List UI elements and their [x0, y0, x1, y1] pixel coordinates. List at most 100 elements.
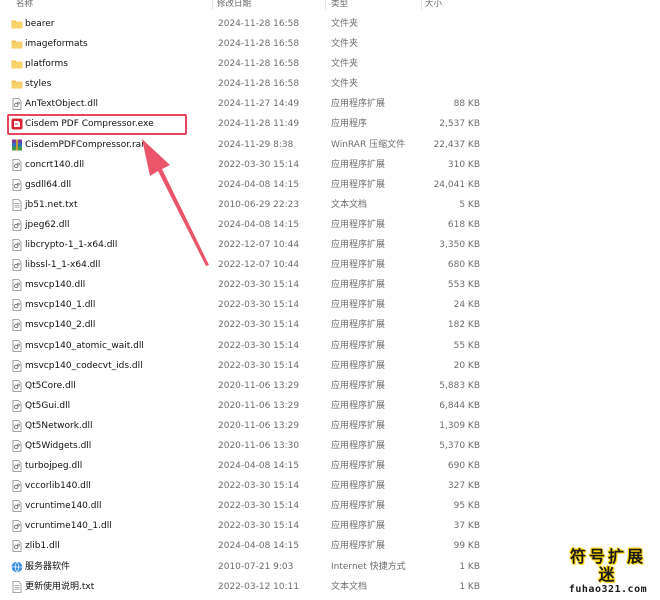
file-type: 应用程序扩展	[331, 360, 386, 371]
file-name: Qt5Gui.dll	[25, 400, 71, 411]
file-type: 应用程序扩展	[331, 420, 386, 431]
file-row[interactable]: Qt5Gui.dll 2020-11-06 13:29 应用程序扩展 6,844 KB	[0, 396, 490, 416]
file-date: 2024-11-28 11:49	[218, 119, 300, 130]
column-divider[interactable]	[421, 0, 422, 10]
file-date: 2022-12-07 10:44	[218, 260, 300, 271]
file-size: 24 KB	[453, 300, 480, 311]
column-type-header[interactable]: 类型	[331, 0, 348, 9]
file-size: 1 KB	[459, 561, 480, 572]
file-type: 文件夹	[331, 39, 359, 50]
file-row[interactable]: Qt5Network.dll 2020-11-06 13:29 应用程序扩展 1,30…	[0, 416, 490, 436]
file-name: msvcp140_1.dll	[25, 300, 96, 311]
file-row[interactable]: msvcp140_atomic_wait.dll 2022-03-30 15:14…	[0, 336, 490, 356]
file-row[interactable]: 更新使用说明.txt 2022-03-12 10:11 文本文档 1 KB	[0, 577, 490, 597]
file-name: Qt5Widgets.dll	[25, 440, 92, 451]
file-date: 2024-11-28 16:58	[218, 19, 300, 29]
file-size: 22,437 KB	[433, 139, 480, 150]
file-row[interactable]: platforms 2024-11-28 16:58 文件夹	[0, 54, 490, 74]
file-size: 182 KB	[447, 320, 480, 331]
file-date: 2024-11-28 16:58	[218, 39, 300, 50]
file-type: 应用程序扩展	[331, 501, 386, 512]
file-date: 2024-11-29 8:38	[218, 139, 294, 150]
file-row[interactable]: Qt5Core.dll 2020-11-06 13:29 应用程序扩展 5,883 K…	[0, 376, 490, 396]
file-row[interactable]: turbojpeg.dll 2024-04-08 14:15 应用程序扩展 690 K…	[0, 456, 490, 476]
file-type: WinRAR 压缩文件	[331, 139, 406, 150]
file-row[interactable]: vccorlib140.dll 2022-03-30 15:14 应用程序扩展 327…	[0, 476, 490, 496]
file-name: AnTextObject.dll	[25, 99, 98, 110]
file-row[interactable]: gsdll64.dll 2024-04-08 14:15 应用程序扩展 24,041 …	[0, 175, 490, 195]
column-size-header[interactable]: 大小	[425, 0, 442, 9]
dll-file-icon	[11, 520, 23, 533]
file-size: 310 KB	[447, 159, 480, 170]
file-row[interactable]: vcruntime140_1.dll 2022-03-30 15:14 应用程序扩展…	[0, 516, 490, 536]
file-row[interactable]: imageformats 2024-11-28 16:58 文件夹	[0, 34, 490, 54]
file-type: 应用程序扩展	[331, 159, 386, 170]
file-row[interactable]: 服务器软件 2010-07-21 9:03 Internet 快捷方式 1 KB	[0, 557, 490, 577]
site-watermark: 符号扩展迷 fuhao321.com	[562, 548, 654, 596]
file-name: msvcp140_codecvt_ids.dll	[25, 360, 143, 371]
highlight-box	[7, 114, 187, 135]
file-date: 2024-04-08 14:15	[218, 461, 300, 472]
file-row[interactable]: jb51.net.txt 2010-06-29 22:23 文本文档 5 KB	[0, 195, 490, 215]
file-size: 20 KB	[453, 360, 480, 371]
column-date-header[interactable]: 修改日期	[217, 0, 251, 9]
file-date: 2010-06-29 22:23	[218, 199, 300, 210]
file-type: 应用程序扩展	[331, 521, 386, 532]
dll-file-icon	[11, 460, 23, 472]
dll-file-icon	[11, 339, 23, 352]
file-size: 6,844 KB	[439, 400, 480, 411]
file-row[interactable]: libcrypto-1_1-x64.dll 2022-12-07 10:44 应用程…	[0, 235, 490, 255]
file-size: 2,537 KB	[439, 119, 480, 130]
file-name: 更新使用说明.txt	[25, 581, 95, 592]
file-date: 2022-03-30 15:14	[218, 300, 300, 311]
file-row[interactable]: msvcp140_1.dll 2022-03-30 15:14 应用程序扩展 24 K…	[0, 295, 490, 315]
file-size: 618 KB	[447, 219, 480, 230]
file-type: 应用程序扩展	[331, 481, 386, 492]
file-row[interactable]: CisdemPDFCompressor.rar 2024-11-29 8:38 Wi…	[0, 135, 490, 155]
file-name: zlib1.dll	[25, 541, 60, 552]
file-row[interactable]: vcruntime140.dll 2022-03-30 15:14 应用程序扩展 95…	[0, 496, 490, 516]
file-name: imageformats	[25, 39, 88, 50]
file-row[interactable]: msvcp140.dll 2022-03-30 15:14 应用程序扩展 553 KB	[0, 275, 490, 295]
file-size: 3,350 KB	[439, 240, 480, 251]
file-type: 应用程序扩展	[331, 380, 386, 391]
file-name: msvcp140_atomic_wait.dll	[25, 340, 144, 351]
file-name: 服务器软件	[25, 561, 71, 572]
file-size: 24,041 KB	[433, 179, 480, 190]
file-type: 应用程序扩展	[331, 440, 386, 451]
dll-file-icon	[11, 379, 23, 392]
file-name: styles	[25, 79, 52, 90]
dll-file-icon	[11, 279, 23, 292]
column-header: 名称 修改日期 类型 大小	[0, 0, 490, 10]
file-size: 37 KB	[453, 521, 480, 532]
file-row[interactable]: jpeg62.dll 2024-04-08 14:15 应用程序扩展 618 KB	[0, 215, 490, 235]
file-row[interactable]: concrt140.dll 2022-03-30 15:14 应用程序扩展 310 K…	[0, 155, 490, 175]
file-row[interactable]: libssl-1_1-x64.dll 2022-12-07 10:44 应用程序扩展…	[0, 255, 490, 275]
file-name: gsdll64.dll	[25, 179, 72, 190]
file-size: 5,883 KB	[439, 380, 480, 391]
file-row[interactable]: AnTextObject.dll 2024-11-27 14:49 应用程序扩展 88…	[0, 94, 490, 114]
file-row[interactable]: zlib1.dll 2024-04-08 14:15 应用程序扩展 99 KB	[0, 536, 490, 556]
file-type: 应用程序扩展	[331, 300, 386, 311]
file-row[interactable]: styles 2024-11-28 16:58 文件夹	[0, 74, 490, 94]
file-date: 2024-11-28 16:58	[218, 59, 300, 70]
column-name-header[interactable]: 名称	[16, 0, 33, 9]
file-row[interactable]: bearer 2024-11-28 16:58 文件夹	[0, 14, 490, 34]
file-date: 2022-03-30 15:14	[218, 159, 300, 170]
column-divider[interactable]	[325, 0, 326, 10]
file-row[interactable]: msvcp140_codecvt_ids.dll 2022-03-30 15:14…	[0, 356, 490, 376]
file-type: 文本文档	[331, 581, 368, 592]
column-divider[interactable]	[212, 0, 213, 10]
file-row[interactable]: msvcp140_2.dll 2022-03-30 15:14 应用程序扩展 182 …	[0, 315, 490, 335]
file-size: 88 KB	[453, 99, 480, 110]
file-row[interactable]: Qt5Widgets.dll 2020-11-06 13:30 应用程序扩展 5,37…	[0, 436, 490, 456]
file-type: Internet 快捷方式	[331, 561, 406, 572]
watermark-title: 符号扩展迷	[569, 547, 646, 584]
file-date: 2024-04-08 14:15	[218, 541, 300, 552]
file-date: 2022-12-07 10:44	[218, 240, 300, 251]
file-name: jb51.net.txt	[25, 199, 78, 210]
rar-archive-icon	[11, 139, 23, 151]
dll-file-icon	[11, 500, 23, 513]
file-date: 2024-04-08 14:15	[218, 179, 300, 190]
file-date: 2024-11-27 14:49	[218, 99, 300, 110]
